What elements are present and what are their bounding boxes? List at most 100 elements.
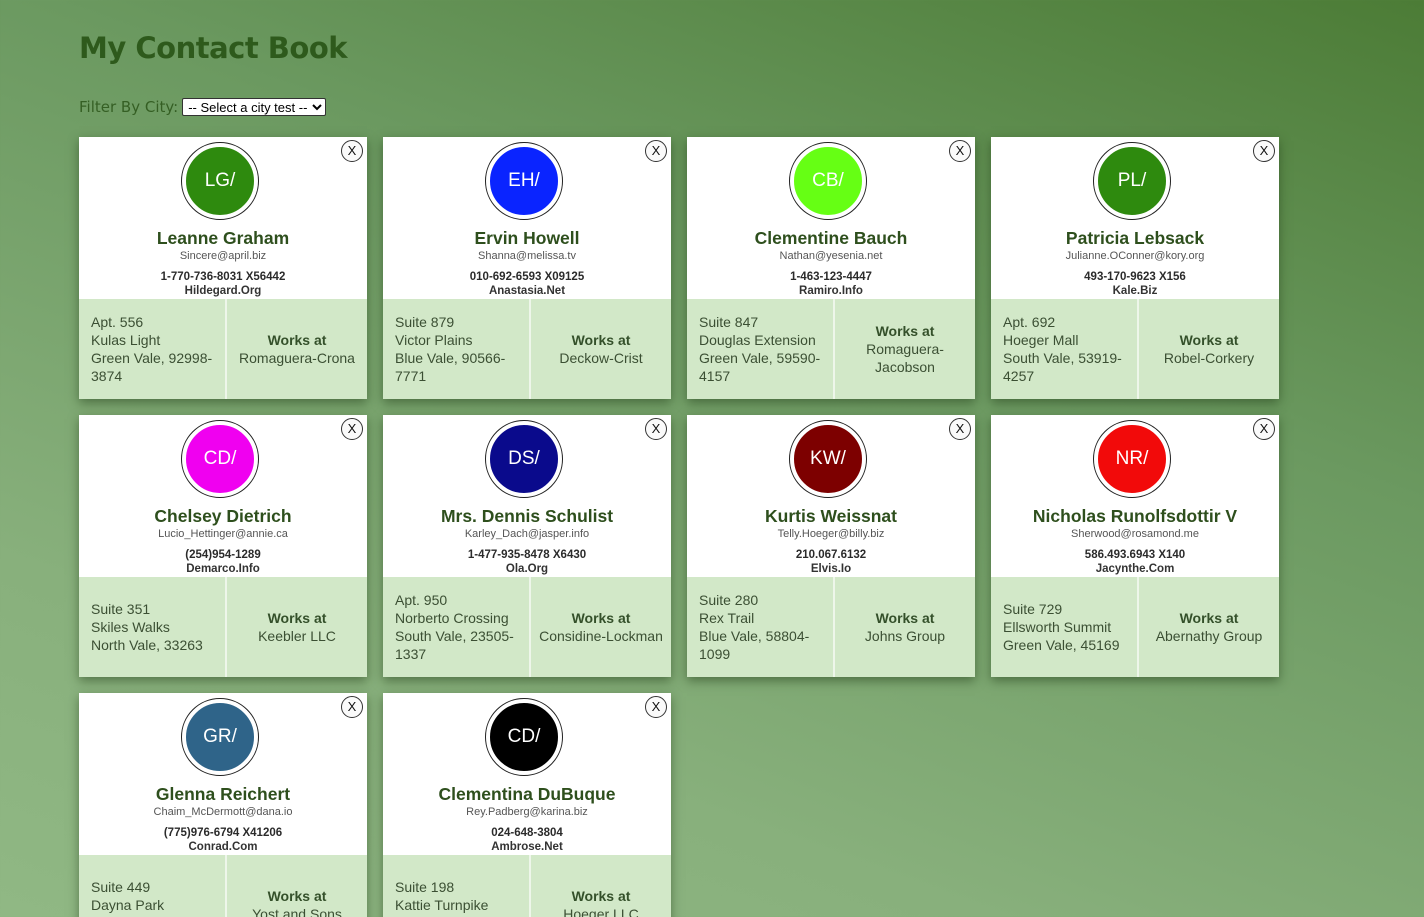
contact-company: Works at Robel-Corkery xyxy=(1139,299,1279,399)
contact-card: X CB/ Clementine Bauch Nathan@yesenia.ne… xyxy=(687,137,975,399)
contact-website: Ola.Org xyxy=(505,563,549,575)
contact-name: Chelsey Dietrich xyxy=(154,506,292,526)
delete-contact-button[interactable]: X xyxy=(645,418,667,440)
avatar: CB/ xyxy=(793,146,863,216)
avatar-ring: PL/ xyxy=(1093,142,1171,220)
contact-website: Jacynthe.Com xyxy=(1095,563,1175,575)
contact-address: Suite 847 Douglas Extension Green Vale, … xyxy=(687,299,835,399)
address-line: South Vale, 23505-1337 xyxy=(395,628,514,662)
contact-website: Elvis.Io xyxy=(810,563,852,575)
company-name: Yost and Sons xyxy=(252,906,342,917)
contact-name: Leanne Graham xyxy=(156,228,290,248)
contact-phone: (254)954-1289 xyxy=(185,549,261,561)
delete-contact-button[interactable]: X xyxy=(1253,140,1275,162)
address-line: Green Vale, 92998-3874 xyxy=(91,350,213,384)
contact-name: Kurtis Weissnat xyxy=(765,506,897,526)
address-line: Suite 729 xyxy=(1003,601,1063,617)
contact-name: Nicholas Runolfsdottir V xyxy=(1032,506,1238,526)
address-line: Dayna Park xyxy=(91,897,165,913)
company-name: Hoeger LLC xyxy=(563,906,639,917)
contact-details: Suite 847 Douglas Extension Green Vale, … xyxy=(687,299,975,399)
address-line: Rex Trail xyxy=(699,610,755,626)
contact-card: X GR/ Glenna Reichert Chaim_McDermott@da… xyxy=(79,693,367,917)
contact-phone: 493-170-9623 X156 xyxy=(1084,271,1186,283)
avatar: PL/ xyxy=(1097,146,1167,216)
company-name: Deckow-Crist xyxy=(559,350,643,366)
contact-website: Anastasia.Net xyxy=(488,285,566,297)
avatar: NR/ xyxy=(1097,424,1167,494)
contact-company: Works at Keebler LLC xyxy=(227,577,367,677)
contact-card: X DS/ Mrs. Dennis Schulist Karley_Dach@j… xyxy=(383,415,671,677)
contact-address: Suite 729 Ellsworth Summit Green Vale, 4… xyxy=(991,577,1139,677)
address-line: Green Vale, 59590-4157 xyxy=(699,350,821,384)
contact-phone: 010-692-6593 X09125 xyxy=(469,271,585,283)
address-line: Apt. 556 xyxy=(91,314,144,330)
avatar: CD/ xyxy=(489,702,559,772)
address-line: Ellsworth Summit xyxy=(1003,619,1112,635)
contact-details: Suite 729 Ellsworth Summit Green Vale, 4… xyxy=(991,577,1279,677)
avatar-ring: CB/ xyxy=(789,142,867,220)
contact-email: Shanna@melissa.tv xyxy=(478,250,576,262)
delete-contact-button[interactable]: X xyxy=(949,418,971,440)
company-name: Romaguera-Jacobson xyxy=(866,341,944,375)
delete-contact-button[interactable]: X xyxy=(949,140,971,162)
avatar-ring: KW/ xyxy=(789,420,867,498)
contact-company: Works at Yost and Sons xyxy=(227,855,367,917)
contact-card: X KW/ Kurtis Weissnat Telly.Hoeger@billy… xyxy=(687,415,975,677)
contact-phone: 1-770-736-8031 X56442 xyxy=(160,271,286,283)
delete-contact-button[interactable]: X xyxy=(341,696,363,718)
works-at-label: Works at xyxy=(571,610,631,626)
contact-email: Nathan@yesenia.net xyxy=(779,250,883,262)
works-at-label: Works at xyxy=(267,888,327,904)
address-line: Victor Plains xyxy=(395,332,473,348)
address-line: Norberto Crossing xyxy=(395,610,509,626)
contact-card: X LG/ Leanne Graham Sincere@april.biz 1-… xyxy=(79,137,367,399)
contact-address: Suite 198 Kattie Turnpike Blue Vale, 314… xyxy=(383,855,531,917)
works-at-label: Works at xyxy=(267,610,327,626)
contact-email: Julianne.OConner@kory.org xyxy=(1065,250,1205,262)
delete-contact-button[interactable]: X xyxy=(341,140,363,162)
address-line: Blue Vale, 58804-1099 xyxy=(699,628,810,662)
contact-grid: X LG/ Leanne Graham Sincere@april.biz 1-… xyxy=(79,137,1279,917)
contact-address: Apt. 950 Norberto Crossing South Vale, 2… xyxy=(383,577,531,677)
company-name: Johns Group xyxy=(864,628,946,644)
avatar: GR/ xyxy=(185,702,255,772)
delete-contact-button[interactable]: X xyxy=(645,140,667,162)
delete-contact-button[interactable]: X xyxy=(645,696,667,718)
contact-details: Suite 198 Kattie Turnpike Blue Vale, 314… xyxy=(383,855,671,917)
city-select[interactable]: -- Select a city test -- xyxy=(182,98,327,116)
contact-website: Kale.Biz xyxy=(1112,285,1158,297)
contact-company: Works at Deckow-Crist xyxy=(531,299,671,399)
address-line: Suite 879 xyxy=(395,314,455,330)
filter-label: Filter By City: xyxy=(79,98,179,116)
avatar: CD/ xyxy=(185,424,255,494)
address-line: Apt. 950 xyxy=(395,592,448,608)
contact-company: Works at Hoeger LLC xyxy=(531,855,671,917)
avatar-ring: CD/ xyxy=(181,420,259,498)
contact-address: Suite 351 Skiles Walks North Vale, 33263 xyxy=(79,577,227,677)
avatar-ring: GR/ xyxy=(181,698,259,776)
contact-name: Clementine Bauch xyxy=(754,228,908,248)
contact-phone: 1-477-935-8478 X6430 xyxy=(467,549,587,561)
contact-phone: 210.067.6132 xyxy=(795,549,867,561)
delete-contact-button[interactable]: X xyxy=(1253,418,1275,440)
works-at-label: Works at xyxy=(571,332,631,348)
contact-website: Demarco.Info xyxy=(186,563,260,575)
contact-details: Apt. 556 Kulas Light Green Vale, 92998-3… xyxy=(79,299,367,399)
works-at-label: Works at xyxy=(267,332,327,348)
contact-details: Suite 449 Dayna Park White Vale, 76495- … xyxy=(79,855,367,917)
contact-company: Works at Considine-Lockman xyxy=(531,577,671,677)
address-line: Kattie Turnpike xyxy=(395,897,489,913)
contact-email: Sherwood@rosamond.me xyxy=(1071,528,1199,540)
contact-card: X CD/ Clementina DuBuque Rey.Padberg@kar… xyxy=(383,693,671,917)
page-title: My Contact Book xyxy=(79,31,348,65)
contact-company: Works at Abernathy Group xyxy=(1139,577,1279,677)
address-line: Blue Vale, 90566-7771 xyxy=(395,350,506,384)
contact-card: X NR/ Nicholas Runolfsdottir V Sherwood@… xyxy=(991,415,1279,677)
contact-name: Glenna Reichert xyxy=(155,784,291,804)
works-at-label: Works at xyxy=(1179,332,1239,348)
contact-address: Suite 280 Rex Trail Blue Vale, 58804-109… xyxy=(687,577,835,677)
contact-details: Suite 280 Rex Trail Blue Vale, 58804-109… xyxy=(687,577,975,677)
company-name: Keebler LLC xyxy=(258,628,336,644)
delete-contact-button[interactable]: X xyxy=(341,418,363,440)
